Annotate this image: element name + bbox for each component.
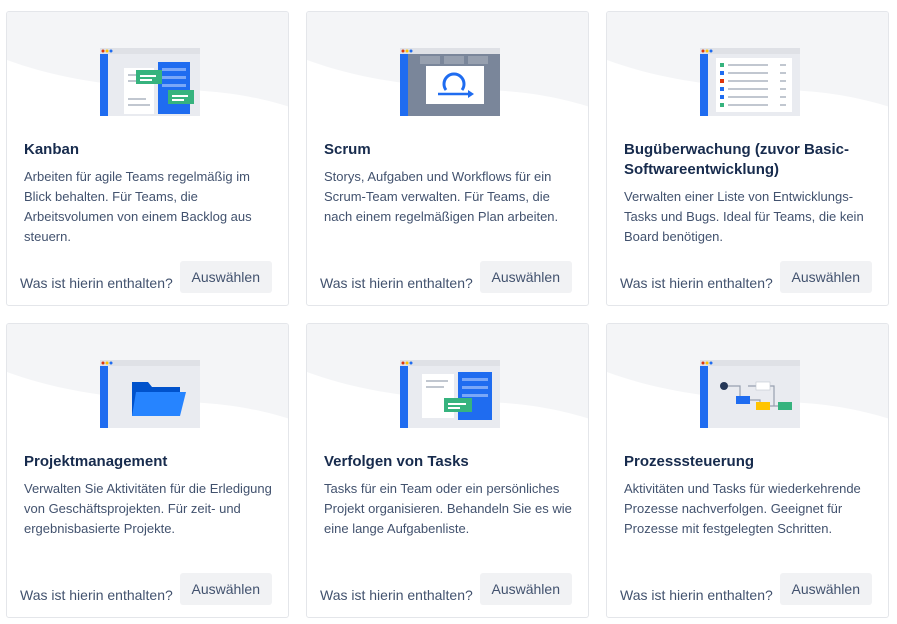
template-card-scrum[interactable]: Scrum Storys, Aufgaben und Workflows für… [306,11,589,306]
card-description: Aktivitäten und Tasks für wiederkehrende… [624,481,861,536]
card-description: Storys, Aufgaben und Workflows für ein S… [324,169,559,224]
folder-icon [100,360,200,428]
bug-list-icon [700,48,800,116]
select-button[interactable]: Auswählen [179,573,272,605]
template-card-kanban[interactable]: Kanban Arbeiten für agile Teams regelmäß… [6,11,289,306]
template-card-process-control[interactable]: Prozesssteuerung Aktivitäten und Tasks f… [606,323,889,618]
card-title: Kanban [24,141,80,158]
select-button[interactable]: Auswählen [479,261,572,293]
card-title: Scrum [324,141,371,158]
select-button[interactable]: Auswählen [179,261,272,293]
card-title: Verfolgen von Tasks [324,453,469,470]
whats-included-link[interactable]: Was ist hierin enthalten? [320,273,473,293]
card-description: Tasks für ein Team oder ein persönliches… [324,481,572,536]
whats-included-link[interactable]: Was ist hierin enthalten? [20,585,173,605]
card-hero [307,12,588,130]
template-card-bug-tracking[interactable]: Bugüberwachung (zuvor Basic-Softwareentw… [606,11,889,306]
select-button[interactable]: Auswählen [779,261,872,293]
card-hero [307,324,588,442]
whats-included-link[interactable]: Was ist hierin enthalten? [320,585,473,605]
card-title: Bugüberwachung (zuvor Basic-Softwareentw… [624,141,850,178]
whats-included-link[interactable]: Was ist hierin enthalten? [620,273,773,293]
card-description: Arbeiten für agile Teams regelmäßig im B… [24,169,252,244]
whats-included-link[interactable]: Was ist hierin enthalten? [20,273,173,293]
card-description: Verwalten Sie Aktivitäten für die Erledi… [24,481,272,536]
card-hero [7,12,288,130]
card-hero [607,12,888,130]
card-hero [607,324,888,442]
kanban-board-icon [100,48,200,116]
task-tracking-icon [400,360,500,428]
card-description: Verwalten einer Liste von Entwicklungs-T… [624,189,864,244]
card-title: Projektmanagement [24,453,168,470]
scrum-sprint-icon [400,48,500,116]
select-button[interactable]: Auswählen [479,573,572,605]
template-card-project-management[interactable]: Projektmanagement Verwalten Sie Aktivitä… [6,323,289,618]
card-title: Prozesssteuerung [624,453,755,470]
card-hero [7,324,288,442]
workflow-icon [700,360,800,428]
select-button[interactable]: Auswählen [779,573,872,605]
whats-included-link[interactable]: Was ist hierin enthalten? [620,585,773,605]
template-card-task-tracking[interactable]: Verfolgen von Tasks Tasks für ein Team o… [306,323,589,618]
